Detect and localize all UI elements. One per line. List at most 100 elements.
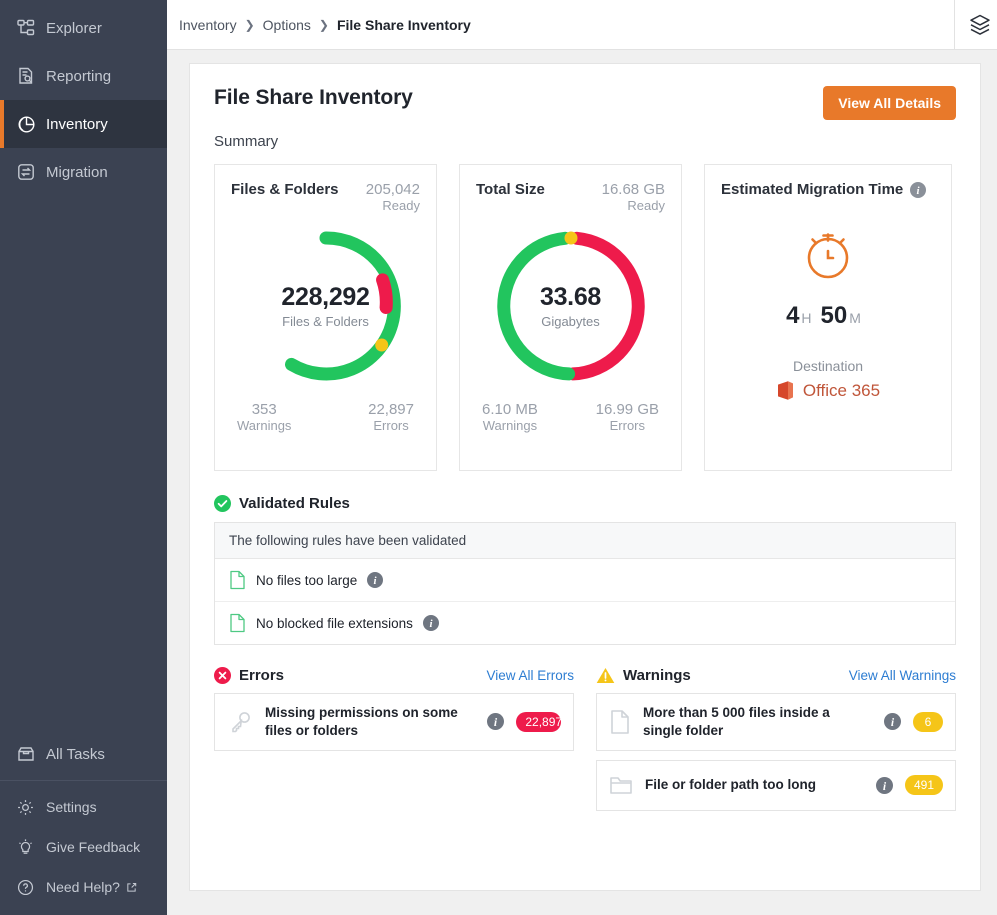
duration-minutes: 50 xyxy=(820,302,848,329)
explorer-tree-icon xyxy=(16,18,46,38)
warning-item[interactable]: File or folder path too long i 491 xyxy=(596,759,956,811)
sidebar-item-migration[interactable]: Migration xyxy=(0,148,167,196)
warnings-title: Warnings xyxy=(623,667,691,684)
sidebar-item-need-help[interactable]: Need Help? xyxy=(0,867,167,907)
view-all-details-button[interactable]: View All Details xyxy=(823,86,956,120)
view-all-warnings-link[interactable]: View All Warnings xyxy=(849,668,956,683)
info-icon[interactable]: i xyxy=(875,776,893,794)
info-icon[interactable]: i xyxy=(367,572,384,588)
stat-value: 353 xyxy=(251,401,277,419)
content-region: File Share Inventory View All Details Su… xyxy=(167,50,997,915)
sidebar-item-all-tasks[interactable]: All Tasks xyxy=(0,730,167,778)
topbar: Inventory ❯ Options ❯ File Share Invento… xyxy=(167,0,997,50)
sidebar-item-label: Migration xyxy=(46,163,108,181)
breadcrumb-separator: ❯ xyxy=(318,17,329,32)
sidebar: Explorer Reporting Inventory Migration A… xyxy=(0,0,167,915)
file-icon xyxy=(229,570,246,590)
donut-center-label: 33.68 Gigabytes xyxy=(476,227,665,385)
validated-rules-box: The following rules have been validated … xyxy=(214,522,956,645)
card-errors-stat: 16.99 GB Errors xyxy=(596,401,659,433)
info-icon[interactable]: i xyxy=(422,615,439,631)
layers-icon[interactable] xyxy=(954,0,997,50)
warnings-column: Warnings View All Warnings More than 5 0… xyxy=(596,667,956,811)
sidebar-item-explorer[interactable]: Explorer xyxy=(0,4,167,52)
sidebar-item-give-feedback[interactable]: Give Feedback xyxy=(0,827,167,867)
breadcrumb-separator: ❯ xyxy=(244,17,255,32)
breadcrumb-item-options[interactable]: Options xyxy=(263,17,311,33)
sidebar-item-label: Need Help? xyxy=(46,879,120,895)
breadcrumb: Inventory ❯ Options ❯ File Share Invento… xyxy=(167,17,471,33)
validated-rule-label: No blocked file extensions xyxy=(256,615,413,631)
error-count-badge: 22,897 xyxy=(516,711,562,732)
errors-title: Errors xyxy=(239,667,285,684)
sidebar-divider xyxy=(0,780,167,781)
destination-block: Destination Office 365 xyxy=(721,358,935,401)
breadcrumb-item-current: File Share Inventory xyxy=(336,16,471,33)
validated-rule-row: No blocked file extensions i xyxy=(215,602,955,644)
card-kpi-label: Ready xyxy=(382,198,420,214)
warning-item[interactable]: More than 5 000 files inside a single fo… xyxy=(596,693,956,751)
warning-triangle-icon xyxy=(596,667,615,684)
stat-label: Errors xyxy=(373,418,409,434)
card-files-folders: Files & Folders 205,042 Ready 228,292 Fi… xyxy=(214,164,437,471)
sidebar-item-label: Explorer xyxy=(46,19,102,37)
inbox-icon xyxy=(16,744,46,764)
card-title: Estimated Migration Time i xyxy=(721,181,927,198)
question-circle-icon xyxy=(16,878,46,897)
stat-label: Warnings xyxy=(482,418,538,434)
validated-rules-subheader: The following rules have been validated xyxy=(215,523,955,559)
sidebar-primary-nav: Explorer Reporting Inventory Migration xyxy=(0,0,167,196)
duration-hours: 4 xyxy=(786,302,800,329)
card-kpi-value: 205,042 xyxy=(365,181,420,198)
card-migration-time: Estimated Migration Time i 4 H 50 M Dest… xyxy=(704,164,952,471)
validated-rule-row: No files too large i xyxy=(215,559,955,602)
donut-center-sublabel: Gigabytes xyxy=(541,314,600,330)
warnings-header-left: Warnings xyxy=(596,667,691,684)
check-circle-icon xyxy=(214,495,231,512)
breadcrumb-item-inventory[interactable]: Inventory xyxy=(179,17,237,33)
validated-rules-header: Validated Rules xyxy=(214,495,956,512)
pie-chart-icon xyxy=(16,114,46,135)
transfer-arrows-icon xyxy=(16,162,46,182)
card-title-text: Estimated Migration Time xyxy=(721,181,904,198)
warning-item-label: File or folder path too long xyxy=(645,777,816,793)
errors-header-left: Errors xyxy=(214,667,284,684)
file-icon xyxy=(609,709,631,735)
validated-rules-title: Validated Rules xyxy=(239,495,350,512)
card-footer: 6.10 MB Warnings 16.99 GB Errors xyxy=(476,401,665,433)
errors-column: Errors View All Errors Missing permissio… xyxy=(214,667,574,811)
card-header: Total Size 16.68 GB Ready xyxy=(476,181,665,213)
card-errors-stat: 22,897 Errors xyxy=(368,401,414,433)
report-document-icon xyxy=(16,66,46,86)
sidebar-item-reporting[interactable]: Reporting xyxy=(0,52,167,100)
panel-header: File Share Inventory View All Details xyxy=(214,86,956,120)
card-warnings-stat: 353 Warnings xyxy=(237,401,291,433)
duration-hours-unit: H xyxy=(801,310,812,326)
sidebar-item-settings[interactable]: Settings xyxy=(0,787,167,827)
stat-label: Errors xyxy=(609,418,645,434)
app-root: Explorer Reporting Inventory Migration A… xyxy=(0,0,997,915)
donut-center-label: 228,292 Files & Folders xyxy=(231,227,420,385)
gear-icon xyxy=(16,798,46,817)
lightbulb-icon xyxy=(16,838,46,857)
info-icon[interactable]: i xyxy=(910,181,927,198)
donut-center-value: 228,292 xyxy=(281,283,370,312)
warnings-header: Warnings View All Warnings xyxy=(596,667,956,684)
info-icon[interactable]: i xyxy=(487,713,505,731)
view-all-errors-link[interactable]: View All Errors xyxy=(486,668,574,683)
warning-count-badge: 491 xyxy=(904,775,943,796)
file-icon xyxy=(229,613,246,633)
stat-label: Warnings xyxy=(237,418,292,434)
external-link-icon xyxy=(126,882,137,893)
key-icon xyxy=(227,709,253,735)
validated-rule-label: No files too large xyxy=(256,572,358,588)
info-icon[interactable]: i xyxy=(884,713,901,731)
migration-timer: 4 H 50 M xyxy=(721,220,935,330)
warning-count-badge: 6 xyxy=(913,711,943,732)
stat-value: 22,897 xyxy=(368,401,414,419)
sidebar-item-inventory[interactable]: Inventory xyxy=(0,100,167,148)
error-item[interactable]: Missing permissions on some files or fol… xyxy=(214,693,574,751)
destination-value: Office 365 xyxy=(721,380,935,401)
card-kpi: 16.68 GB Ready xyxy=(602,181,665,213)
sidebar-item-label: Reporting xyxy=(46,67,112,85)
